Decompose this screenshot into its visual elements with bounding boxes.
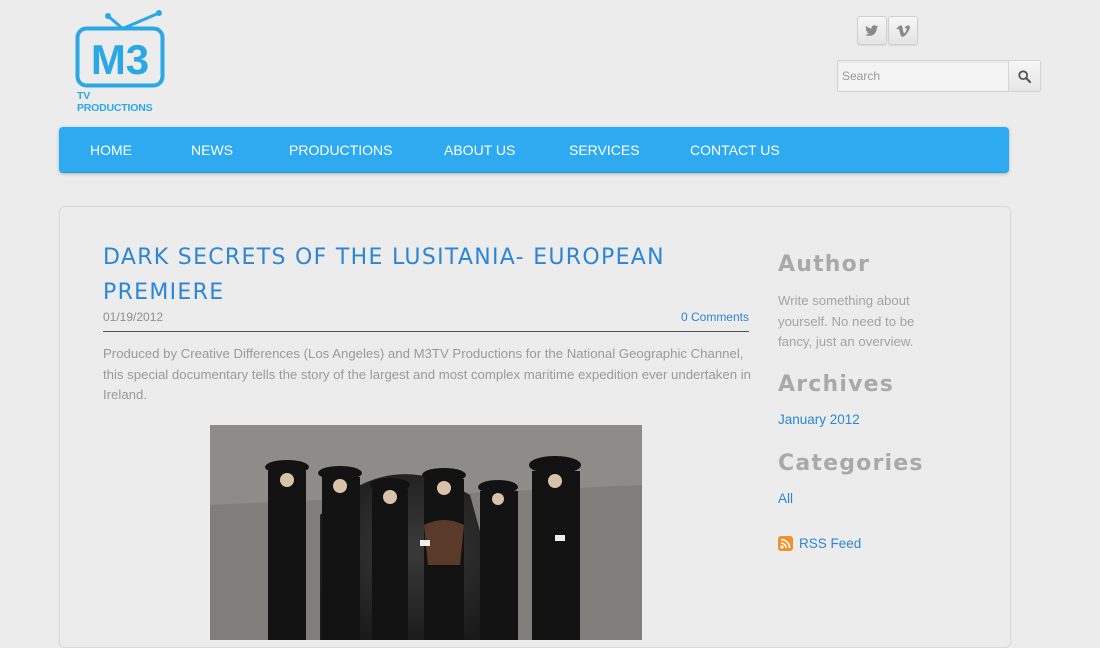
archives-heading: Archives	[778, 372, 895, 397]
site-logo[interactable]: M3 TV PRODUCTIONS	[75, 10, 167, 114]
nav-home[interactable]: HOME	[90, 127, 132, 173]
rss-feed: RSS Feed	[778, 536, 861, 551]
twitter-button[interactable]	[857, 16, 887, 45]
nav-about-us[interactable]: ABOUT US	[444, 127, 515, 173]
nav-news[interactable]: NEWS	[191, 127, 233, 173]
search-input[interactable]	[838, 61, 1006, 91]
post-body: Produced by Creative Differences (Los An…	[103, 346, 751, 403]
nav-productions[interactable]: PRODUCTIONS	[289, 127, 392, 173]
archive-link-january-2012[interactable]: January 2012	[778, 412, 860, 427]
search-icon	[1018, 69, 1031, 83]
post-photo[interactable]	[210, 425, 642, 640]
categories-heading: Categories	[778, 451, 924, 476]
category-link-all[interactable]: All	[778, 491, 793, 506]
vimeo-button[interactable]	[888, 16, 918, 45]
photo-image	[210, 425, 642, 640]
search-button[interactable]	[1008, 61, 1040, 91]
rss-feed-link[interactable]: RSS Feed	[799, 536, 861, 551]
tv-logo-icon: M3	[75, 10, 165, 88]
twitter-icon	[865, 24, 879, 36]
main-nav: HOME NEWS PRODUCTIONS ABOUT US SERVICES …	[59, 127, 1009, 173]
search-box	[837, 60, 1041, 92]
post-date: 01/19/2012	[103, 310, 164, 324]
nav-contact-us[interactable]: CONTACT US	[690, 127, 780, 173]
post-divider	[103, 331, 749, 332]
nav-services[interactable]: SERVICES	[569, 127, 640, 173]
rss-icon[interactable]	[778, 536, 793, 551]
logo-subtitle: TV PRODUCTIONS	[77, 90, 153, 114]
author-heading: Author	[778, 252, 871, 277]
author-text: Write something about yourself. No need …	[778, 293, 915, 350]
post-comments-link[interactable]: 0 Comments	[681, 310, 749, 324]
post-title[interactable]: DARK SECRETS OF THE LUSITANIA- EUROPEAN …	[103, 240, 723, 310]
vimeo-icon	[896, 24, 910, 37]
logo-mark: M3	[91, 36, 149, 83]
